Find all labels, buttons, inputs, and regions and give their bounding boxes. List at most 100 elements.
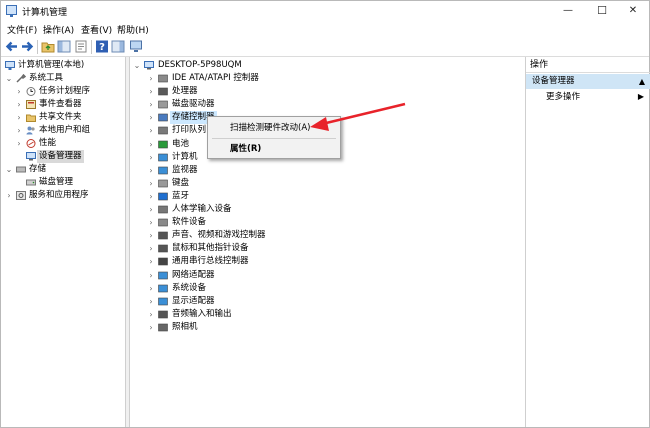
monitor-icon[interactable] <box>129 40 143 53</box>
actions-device-manager[interactable]: 设备管理器 ▲ <box>526 74 650 89</box>
submenu-arrow-icon: ▶ <box>637 92 644 101</box>
show-hide-tree-icon[interactable] <box>57 40 71 53</box>
toolbar: ? <box>1 37 649 57</box>
display-adapter-icon <box>158 297 168 305</box>
expand-icon[interactable]: › <box>5 189 13 202</box>
storage-controller-icon <box>158 113 168 122</box>
expand-icon[interactable]: › <box>147 164 155 177</box>
minimize-button[interactable]: — <box>552 1 584 20</box>
device-category-label: 系统设备 <box>172 282 207 293</box>
device-category-label: 蓝牙 <box>172 190 190 201</box>
device-category-label: 网络适配器 <box>172 269 215 280</box>
collapse-icon[interactable]: ⌄ <box>133 59 141 72</box>
expand-icon[interactable]: › <box>147 111 155 124</box>
menu-action[interactable]: 操作(A) <box>43 23 74 36</box>
disk-drive-icon <box>158 100 168 109</box>
services-icon <box>16 191 26 200</box>
device-category-label: 声音、视频和游戏控制器 <box>172 230 266 241</box>
console-tree-pane: 计算机管理(本地) ⌄ 系统工具 › 任务计划程序 › 事件查看器 › 共享文件… <box>1 57 126 427</box>
action-pane-icon[interactable] <box>111 40 125 53</box>
device-manager-icon <box>26 152 36 161</box>
expand-icon[interactable]: › <box>147 295 155 308</box>
expand-icon[interactable]: › <box>147 269 155 282</box>
device-category-label: 照相机 <box>172 321 198 332</box>
up-folder-icon[interactable] <box>41 40 55 53</box>
device-category-label: 处理器 <box>172 86 198 97</box>
computer-management-icon <box>6 5 17 17</box>
system-device-icon <box>158 284 168 292</box>
expand-icon[interactable]: › <box>147 85 155 98</box>
collapse-icon[interactable]: ⌄ <box>5 72 13 85</box>
expand-icon[interactable]: › <box>147 308 155 321</box>
expand-icon[interactable]: › <box>147 282 155 295</box>
tools-icon <box>16 74 26 83</box>
computer-management-window: 计算机管理 — ☐ ✕ 文件(F) 操作(A) 查看(V) 帮助(H) ? 计算… <box>0 0 650 428</box>
expand-icon[interactable]: › <box>147 124 155 137</box>
actions-device-manager-label: 设备管理器 <box>532 76 575 86</box>
device-tree-pane: ⌄ DESKTOP-5P98UQM › IDE ATA/ATAPI 控制器 › 处理器… <box>133 59 266 334</box>
properties-item[interactable]: 属性(R) <box>208 140 340 158</box>
battery-icon <box>158 140 168 148</box>
scan-hardware-changes-item[interactable]: 扫描检测硬件改动(A) <box>208 119 340 137</box>
disk-management-icon <box>26 179 36 186</box>
monitor-icon <box>158 166 168 174</box>
expand-icon[interactable]: › <box>15 85 23 98</box>
svg-text:?: ? <box>99 42 105 53</box>
device-category-label: 计算机 <box>172 151 198 162</box>
expand-icon[interactable]: › <box>147 72 155 85</box>
device-category-label: 打印队列 <box>172 125 207 136</box>
device-category-label: 电池 <box>172 138 190 149</box>
performance-icon <box>26 139 36 148</box>
properties-icon[interactable] <box>74 40 88 53</box>
expand-icon[interactable]: › <box>147 229 155 242</box>
expand-icon[interactable]: › <box>147 242 155 255</box>
device-category-label: 音频输入和输出 <box>172 308 232 319</box>
back-arrow-icon[interactable] <box>5 40 19 53</box>
usb-icon <box>158 258 168 266</box>
more-actions[interactable]: 更多操作 ▶ <box>526 90 650 104</box>
software-device-icon <box>158 218 168 227</box>
computer-icon <box>144 61 154 70</box>
device-category-label: 监视器 <box>172 164 198 175</box>
expand-icon[interactable]: › <box>15 137 23 150</box>
close-button[interactable]: ✕ <box>617 1 649 20</box>
device-category-label: 磁盘驱动器 <box>172 99 215 110</box>
users-icon <box>26 126 35 135</box>
network-icon <box>158 271 168 279</box>
toolbar-separator <box>37 40 38 54</box>
help-icon[interactable]: ? <box>95 40 109 53</box>
expand-icon[interactable]: › <box>147 203 155 216</box>
window-title: 计算机管理 <box>22 8 68 18</box>
ide-controller-icon <box>158 74 168 83</box>
expand-icon[interactable]: › <box>15 124 23 137</box>
device-category-label: 软件设备 <box>172 217 207 228</box>
expand-icon[interactable]: › <box>147 177 155 190</box>
hid-icon <box>158 205 168 214</box>
expand-icon[interactable]: › <box>147 255 155 268</box>
expand-icon[interactable]: › <box>147 151 155 164</box>
forward-arrow-icon[interactable] <box>20 40 34 53</box>
context-menu: 扫描检测硬件改动(A) 属性(R) <box>207 116 341 159</box>
expand-icon[interactable]: › <box>147 216 155 229</box>
expand-icon[interactable]: › <box>147 138 155 151</box>
processor-icon <box>158 87 168 96</box>
menu-view[interactable]: 查看(V) <box>81 23 112 36</box>
event-viewer-icon <box>26 100 36 109</box>
device-category-label: 鼠标和其他指针设备 <box>172 243 249 254</box>
printer-icon <box>158 127 168 135</box>
device-category-label: 人体学输入设备 <box>172 204 232 214</box>
camera-icon <box>158 323 168 332</box>
menu-help[interactable]: 帮助(H) <box>117 23 149 36</box>
collapse-icon[interactable]: ⌄ <box>5 163 13 176</box>
maximize-button[interactable]: ☐ <box>586 1 618 20</box>
shared-folder-icon <box>26 114 36 122</box>
expand-icon[interactable]: › <box>147 190 155 203</box>
menu-file[interactable]: 文件(F) <box>7 23 37 36</box>
expand-icon[interactable]: › <box>15 98 23 111</box>
bluetooth-icon <box>158 192 168 201</box>
expand-icon[interactable]: › <box>15 111 23 124</box>
collapse-up-icon[interactable]: ▲ <box>639 74 645 89</box>
expand-icon[interactable]: › <box>147 98 155 111</box>
device-category-label: IDE ATA/ATAPI 控制器 <box>172 73 259 83</box>
expand-icon[interactable]: › <box>147 321 155 334</box>
